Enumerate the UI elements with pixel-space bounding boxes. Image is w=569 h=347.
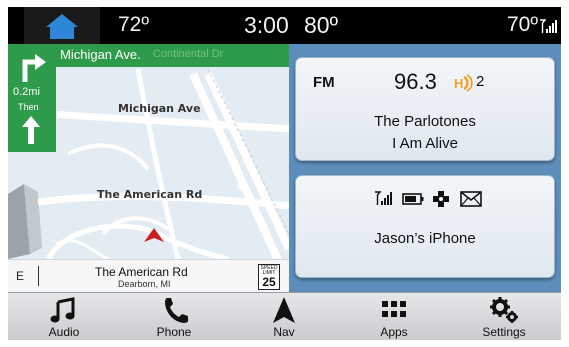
sync-touchscreen: 72º 3:00 80º 70º Michigan Ave. Continent… <box>8 7 561 340</box>
apps-grid-icon <box>382 301 406 317</box>
phone-handset-icon <box>165 298 188 323</box>
signal-bars-icon <box>540 19 557 33</box>
nav-audio-button[interactable]: Audio <box>9 293 119 340</box>
status-bar: 72º 3:00 80º 70º <box>8 7 561 44</box>
current-city: Dearborn, MI <box>118 279 171 289</box>
cabin-temperature-passenger[interactable]: 70º <box>507 13 538 37</box>
navigation-map[interactable]: Michigan Ave. Continental Dr 0.2mi Then … <box>8 44 289 292</box>
compass-heading[interactable]: E <box>16 269 24 283</box>
hd-radio-icon: H <box>454 74 473 92</box>
cabin-temperature-driver[interactable]: 72º <box>118 13 149 37</box>
home-button[interactable] <box>24 7 100 44</box>
song-title: I Am Alive <box>392 135 458 152</box>
divider <box>38 266 39 286</box>
nav-settings-button[interactable]: Settings <box>449 293 559 340</box>
roaming-icon <box>433 191 449 207</box>
turn-instruction-panel[interactable]: 0.2mi Then <box>8 44 56 152</box>
nav-apps-label: Apps <box>380 325 408 339</box>
straight-arrow-icon <box>22 116 40 144</box>
svg-text:H: H <box>454 76 463 91</box>
turn-right-arrow-icon <box>22 54 46 82</box>
media-pane: FM 96.3 H 2 The Parlotones I Am Alive Ja… <box>289 44 561 292</box>
home-icon <box>46 13 78 39</box>
nav-apps-button[interactable]: Apps <box>339 293 449 340</box>
gears-icon <box>490 297 518 323</box>
nav-phone-button[interactable]: Phone <box>119 293 229 340</box>
battery-icon <box>402 193 424 205</box>
phone-status-icons <box>374 190 484 210</box>
then-label: Then <box>18 102 39 112</box>
nav-arrow-icon <box>273 297 295 323</box>
signal-bars-icon <box>375 191 392 205</box>
speed-limit-sign: SPEED LIMIT 25 <box>258 264 280 290</box>
paired-phone-name: Jason’s iPhone <box>374 230 476 247</box>
radio-frequency: 96.3 <box>394 69 437 94</box>
radio-card[interactable]: FM 96.3 H 2 The Parlotones I Am Alive <box>295 57 555 161</box>
outside-temperature: 80º <box>304 12 338 38</box>
map-street-label: The American Rd <box>97 188 203 201</box>
radio-band: FM <box>313 74 335 91</box>
clock: 3:00 <box>244 12 289 38</box>
hd-channel: 2 <box>476 73 485 90</box>
next-street-name: Michigan Ave. <box>60 47 141 62</box>
nav-phone-label: Phone <box>156 325 192 339</box>
phone-card[interactable]: Jason’s iPhone <box>295 175 555 278</box>
nav-nav-label: Nav <box>273 325 295 339</box>
map-street-label: Michigan Ave <box>118 102 201 115</box>
artist-name: The Parlotones <box>374 113 476 130</box>
music-note-icon <box>50 297 75 323</box>
nav-audio-label: Audio <box>48 325 80 339</box>
cross-street-name: Continental Dr <box>153 48 224 60</box>
current-location-bar: E The American Rd Dearborn, MI SPEED LIM… <box>8 259 289 292</box>
turn-distance: 0.2mi <box>13 86 40 98</box>
nav-nav-button[interactable]: Nav <box>229 293 339 340</box>
current-street: The American Rd <box>95 265 188 279</box>
speed-limit-value: 25 <box>262 275 276 289</box>
message-envelope-icon <box>460 191 482 207</box>
nav-settings-label: Settings <box>482 325 526 339</box>
bottom-nav-bar: Audio Phone Nav Apps Settings <box>8 292 561 340</box>
